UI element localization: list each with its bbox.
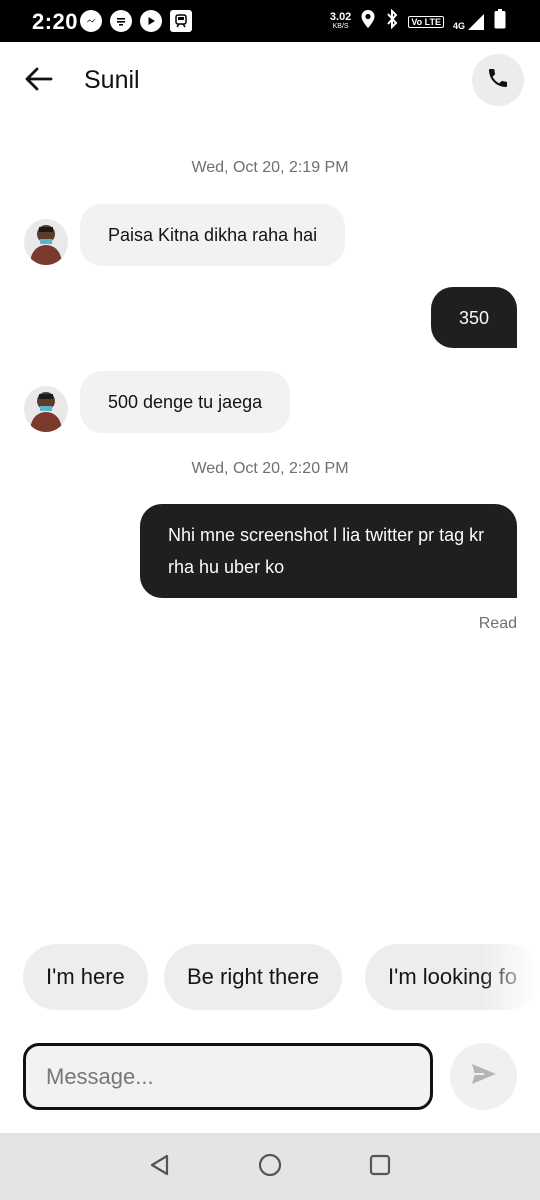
phone-icon [486,66,510,95]
avatar[interactable] [24,386,68,432]
home-circle-icon [257,1152,283,1183]
message-input[interactable] [46,1063,410,1090]
notification-icons [80,10,192,32]
incoming-message[interactable]: 500 denge tu jaega [80,371,291,433]
message-timestamp: Wed, Oct 20, 2:20 PM [191,460,349,477]
outgoing-message[interactable]: Nhi mne screenshot l lia twitter pr tag … [140,504,517,598]
bluetooth-icon [385,8,399,34]
quick-replies: I'm here Be right there I'm looking fo [0,944,540,1012]
incoming-message[interactable]: Paisa Kitna dikha raha hai [80,204,346,266]
contact-name: Sunil [84,66,140,94]
nav-recents-button[interactable] [366,1153,394,1181]
nav-back-button[interactable] [146,1153,174,1181]
message-text: Nhi mne screenshot l lia twitter pr tag … [168,525,485,577]
quick-reply-chip[interactable]: I'm here [23,944,148,1010]
avatar[interactable] [24,219,68,265]
chips-fade [480,944,540,1012]
train-icon [170,10,192,32]
messenger-icon [80,10,102,32]
system-icons: 3.02 KB/S Vo LTE 4G [329,8,506,34]
signal-icon: 4G [453,13,485,31]
speed-value: 3.02 [329,10,352,23]
volte-icon: Vo LTE [408,15,444,28]
outgoing-message[interactable]: 350 [430,287,517,348]
speed-unit: KB/S [332,22,349,30]
recents-square-icon [368,1153,392,1182]
message-field-container[interactable] [23,1043,433,1110]
location-icon [360,9,376,34]
send-button[interactable] [450,1043,517,1110]
arrow-left-icon [25,67,53,96]
status-time: 2:20 [32,9,79,34]
system-nav-bar [0,1133,540,1200]
status-bar: 2:20 3.02 KB/S Vo LTE 4G [0,0,540,42]
nav-home-button[interactable] [256,1153,284,1181]
battery-icon [494,9,506,34]
call-button[interactable] [472,54,524,106]
chat-icon [110,10,132,32]
back-triangle-icon [148,1153,172,1182]
message-timestamp: Wed, Oct 20, 2:19 PM [191,159,349,176]
network-speed: 3.02 KB/S [329,10,352,32]
send-icon [470,1062,498,1091]
quick-reply-chip[interactable]: Be right there [164,944,343,1010]
network-type: 4G [452,20,465,31]
read-receipt: Read [478,615,517,632]
chat-header: Sunil [0,42,540,120]
play-icon [140,10,162,32]
message-text: 350 [458,307,489,328]
message-text: Paisa Kitna dikha raha hai [108,225,318,245]
message-text: 500 denge tu jaega [108,392,263,412]
back-button[interactable] [22,64,56,98]
